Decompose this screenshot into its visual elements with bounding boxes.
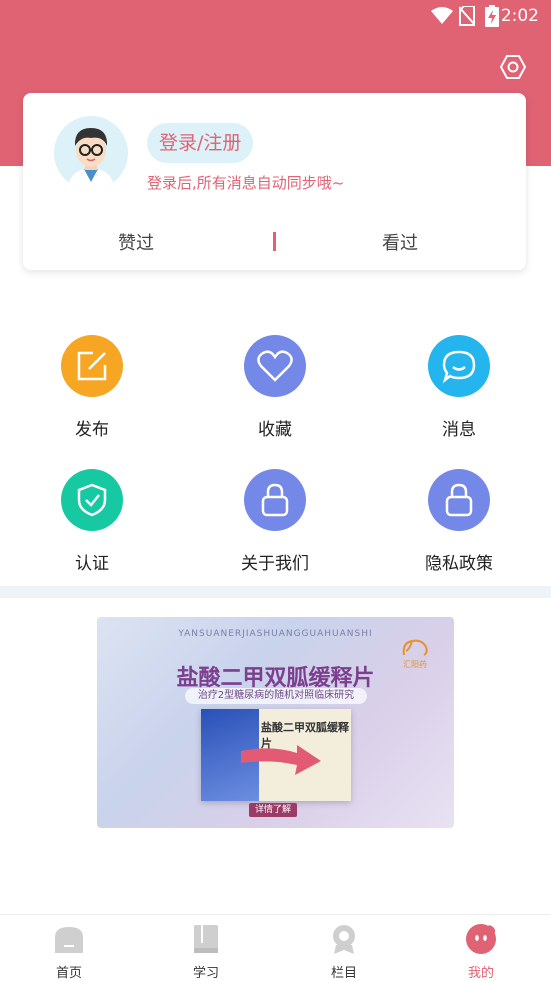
home-icon bbox=[55, 927, 83, 953]
shield-check-icon bbox=[77, 483, 107, 517]
grid-item-messages[interactable]: 消息 bbox=[399, 335, 519, 445]
nav-mine[interactable]: 我的 bbox=[441, 923, 521, 981]
profile-face-icon bbox=[466, 924, 496, 954]
medicine-package: 盐酸二甲双胍缓释片 bbox=[201, 709, 351, 801]
grid-item-publish[interactable]: 发布 bbox=[32, 335, 152, 445]
elephant-logo-icon bbox=[402, 639, 428, 656]
arrow-graphic bbox=[241, 745, 321, 775]
nav-label: 首页 bbox=[55, 966, 82, 981]
grid-item-verify[interactable]: 认证 bbox=[32, 469, 152, 579]
settings-icon[interactable] bbox=[500, 54, 526, 80]
grid-circle bbox=[244, 335, 306, 397]
heart-icon bbox=[257, 350, 293, 382]
battery-charging-icon bbox=[485, 5, 499, 27]
grid-label: 收藏 bbox=[258, 420, 292, 440]
nav-label: 学习 bbox=[192, 966, 219, 981]
login-hint: 登录后,所有消息自动同步哦~ bbox=[147, 174, 345, 192]
nav-home[interactable]: 首页 bbox=[29, 923, 109, 981]
nav-label: 我的 bbox=[467, 966, 494, 981]
nav-label: 栏目 bbox=[330, 966, 357, 981]
lock-icon bbox=[261, 483, 289, 517]
grid-label: 发布 bbox=[75, 420, 109, 440]
grid-label: 消息 bbox=[442, 420, 476, 440]
doctor-avatar-icon bbox=[68, 128, 114, 190]
promo-banner[interactable]: YANSUANERJIASHUANGGUAHUANSHI 汇阳药 盐酸二甲双胍缓… bbox=[97, 617, 454, 828]
grid-circle bbox=[428, 469, 490, 531]
status-bar: 2:02 bbox=[0, 0, 551, 32]
grid-circle bbox=[428, 335, 490, 397]
chat-icon bbox=[442, 350, 476, 384]
grid-item-favorites[interactable]: 收藏 bbox=[215, 335, 335, 445]
badge-icon bbox=[333, 925, 355, 954]
nav-study[interactable]: 学习 bbox=[166, 923, 246, 981]
grid-item-about[interactable]: 关于我们 bbox=[215, 469, 335, 579]
grid-item-privacy[interactable]: 隐私政策 bbox=[399, 469, 519, 579]
status-time: 2:02 bbox=[500, 6, 539, 26]
nav-columns[interactable]: 栏目 bbox=[304, 923, 384, 981]
avatar[interactable] bbox=[54, 116, 128, 190]
grid-circle bbox=[244, 469, 306, 531]
banner-note: 治疗2型糖尿病的随机对照临床研究 bbox=[185, 688, 367, 704]
banner-detail-button[interactable]: 详情了解 bbox=[249, 803, 298, 817]
grid-circle bbox=[61, 469, 123, 531]
tab-liked[interactable]: 赞过 bbox=[118, 229, 154, 255]
grid-label: 认证 bbox=[75, 554, 109, 574]
profile-card: 登录/注册 登录后,所有消息自动同步哦~ 赞过 看过 bbox=[23, 93, 526, 270]
grid-label: 隐私政策 bbox=[425, 554, 493, 574]
wifi-icon bbox=[431, 7, 453, 24]
edit-icon bbox=[77, 351, 107, 381]
tab-viewed[interactable]: 看过 bbox=[382, 229, 418, 255]
lock-icon bbox=[445, 483, 473, 517]
grid-label: 关于我们 bbox=[241, 554, 309, 574]
login-register-button[interactable]: 登录/注册 bbox=[147, 123, 254, 163]
book-icon bbox=[194, 925, 218, 953]
tab-divider bbox=[273, 232, 276, 251]
bottom-nav: 首页 学习 栏目 我的 bbox=[0, 914, 551, 981]
no-sim-icon bbox=[459, 6, 475, 26]
grid-circle bbox=[61, 335, 123, 397]
section-separator bbox=[0, 586, 551, 598]
